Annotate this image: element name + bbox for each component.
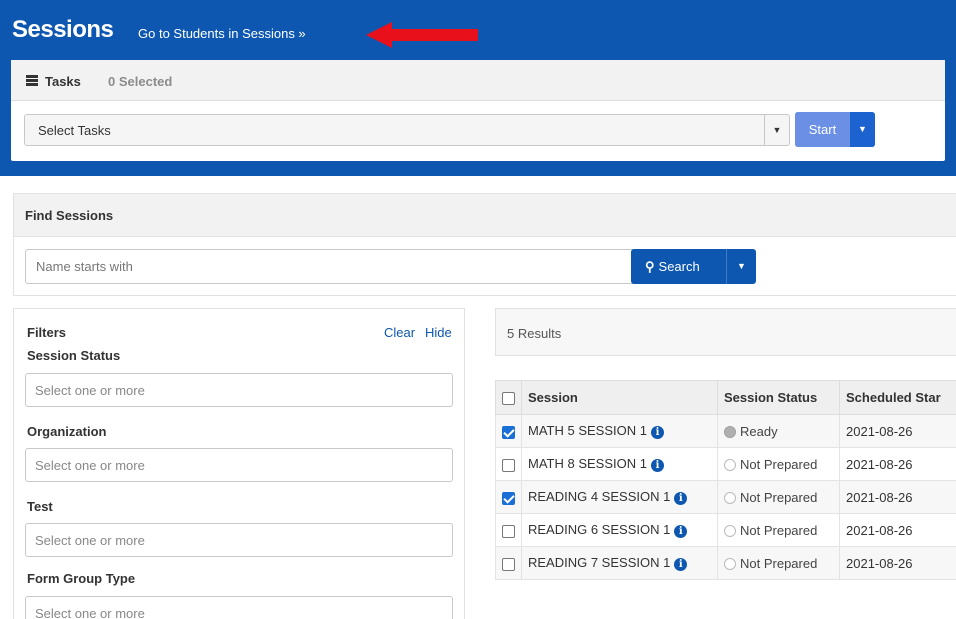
filter-label-test: Test — [27, 499, 53, 514]
status-cell: Not Prepared — [717, 513, 840, 547]
status-not-prepared-icon — [724, 524, 736, 537]
search-dropdown-caret-icon[interactable]: ▼ — [726, 249, 756, 284]
filter-label-organization: Organization — [27, 424, 107, 439]
date-cell: 2021-08-26 — [839, 513, 956, 547]
find-sessions-panel: Find Sessions ⚲Search ▼ — [13, 193, 956, 296]
status-cell: Not Prepared — [717, 480, 840, 514]
red-arrow-icon — [366, 22, 478, 48]
filter-placeholder: Select one or more — [35, 606, 145, 619]
select-all-checkbox[interactable] — [502, 392, 515, 406]
status-ready-icon — [724, 425, 736, 438]
filter-label-form-group-type: Form Group Type — [27, 571, 136, 586]
select-all-cell — [495, 380, 522, 415]
table-row[interactable]: READING 7 SESSION 1 i Not Prepared 2021-0… — [495, 546, 956, 580]
row-checkbox[interactable] — [502, 491, 515, 505]
hide-filters-link[interactable]: Hide — [425, 325, 452, 340]
page-title: Sessions — [12, 16, 114, 43]
tasks-label: Tasks — [45, 74, 81, 89]
filter-organization-select[interactable]: Select one or more — [25, 448, 453, 482]
table-row[interactable]: READING 6 SESSION 1 i Not Prepared 2021-0… — [495, 513, 956, 547]
status-text: Not Prepared — [740, 523, 818, 539]
tasks-list-icon — [26, 75, 38, 86]
filter-label-session-status: Session Status — [27, 348, 121, 363]
tasks-panel: Tasks 0 Selected Select Tasks ▼ Start ▼ — [11, 60, 945, 161]
info-icon[interactable]: i — [674, 491, 688, 505]
info-icon[interactable]: i — [650, 458, 664, 472]
search-icon: ⚲ — [645, 259, 655, 274]
row-checkbox-cell — [495, 513, 522, 547]
filter-test-select[interactable]: Select one or more — [25, 523, 453, 557]
start-button[interactable]: Start — [795, 112, 850, 147]
session-cell: MATH 8 SESSION 1i — [521, 447, 718, 481]
tasks-header: Tasks 0 Selected — [11, 60, 945, 101]
go-to-students-link[interactable]: Go to Students in Sessions » — [138, 26, 306, 41]
info-icon[interactable]: i — [650, 425, 664, 439]
session-name[interactable]: READING 7 SESSION 1 — [528, 555, 670, 570]
find-sessions-header: Find Sessions — [14, 194, 956, 237]
search-button[interactable]: ⚲ Search — [631, 249, 726, 284]
filter-placeholder: Select one or more — [35, 533, 145, 548]
row-checkbox-cell — [495, 414, 522, 448]
session-cell: MATH 5 SESSION 1i — [521, 414, 718, 448]
status-cell: Not Prepared — [717, 546, 840, 580]
row-checkbox-cell — [495, 480, 522, 514]
column-header-session[interactable]: Session — [521, 380, 718, 415]
status-not-prepared-icon — [724, 458, 736, 471]
session-name[interactable]: MATH 8 SESSION 1 — [528, 456, 647, 471]
search-label: Search — [658, 259, 700, 274]
status-not-prepared-icon — [724, 557, 736, 570]
session-name[interactable]: READING 4 SESSION 1 — [528, 489, 670, 504]
row-checkbox[interactable] — [502, 524, 515, 538]
date-cell: 2021-08-26 — [839, 480, 956, 514]
row-checkbox[interactable] — [502, 458, 515, 472]
session-cell: READING 6 SESSION 1 i — [521, 513, 718, 547]
table-row[interactable]: MATH 5 SESSION 1i Ready 2021-08-26 — [495, 414, 956, 448]
filter-placeholder: Select one or more — [35, 383, 145, 398]
date-cell: 2021-08-26 — [839, 447, 956, 481]
row-checkbox[interactable] — [502, 557, 515, 571]
row-checkbox[interactable] — [502, 425, 515, 439]
filters-panel: Filters Clear Hide Session Status Select… — [13, 308, 465, 619]
start-button-group: Start ▼ — [795, 112, 875, 147]
results-header: 5 Results — [495, 308, 956, 356]
filter-form-group-type-select[interactable]: Select one or more — [25, 596, 453, 619]
results-count: 5 Results — [507, 326, 562, 341]
status-text: Not Prepared — [740, 556, 818, 572]
search-button-group: ⚲ Search ▼ — [631, 249, 756, 284]
info-icon[interactable]: i — [674, 557, 688, 571]
status-cell: Not Prepared — [717, 447, 840, 481]
status-text: Not Prepared — [740, 457, 818, 473]
name-search-input[interactable] — [25, 249, 640, 284]
status-text: Ready — [740, 424, 778, 440]
row-checkbox-cell — [495, 546, 522, 580]
session-cell: READING 7 SESSION 1 i — [521, 546, 718, 580]
filter-session-status-select[interactable]: Select one or more — [25, 373, 453, 407]
tasks-selected-count: 0 Selected — [108, 74, 173, 89]
find-sessions-title: Find Sessions — [25, 208, 114, 223]
filter-placeholder: Select one or more — [35, 458, 145, 473]
row-checkbox-cell — [495, 447, 522, 481]
select-tasks-dropdown[interactable]: Select Tasks ▼ — [24, 114, 790, 146]
session-cell: READING 4 SESSION 1 i — [521, 480, 718, 514]
sessions-table: Session Session Status Scheduled Star MA… — [495, 380, 956, 580]
date-cell: 2021-08-26 — [839, 546, 956, 580]
session-name[interactable]: MATH 5 SESSION 1 — [528, 423, 647, 438]
filters-title: Filters — [27, 325, 67, 340]
column-header-session-status[interactable]: Session Status — [717, 380, 840, 415]
table-row[interactable]: MATH 8 SESSION 1i Not Prepared 2021-08-2… — [495, 447, 956, 481]
status-not-prepared-icon — [724, 491, 736, 504]
date-cell: 2021-08-26 — [839, 414, 956, 448]
start-dropdown-caret-icon[interactable]: ▼ — [850, 112, 875, 147]
status-text: Not Prepared — [740, 490, 818, 506]
chevron-down-icon[interactable]: ▼ — [764, 115, 789, 145]
table-header-row: Session Session Status Scheduled Star — [495, 380, 956, 415]
status-cell: Ready — [717, 414, 840, 448]
page-header: Sessions Go to Students in Sessions » Ta… — [0, 0, 956, 176]
info-icon[interactable]: i — [674, 524, 688, 538]
session-name[interactable]: READING 6 SESSION 1 — [528, 522, 670, 537]
select-tasks-value: Select Tasks — [38, 123, 111, 138]
table-row[interactable]: READING 4 SESSION 1 i Not Prepared 2021-0… — [495, 480, 956, 514]
column-header-scheduled-start[interactable]: Scheduled Star — [839, 380, 956, 415]
clear-filters-link[interactable]: Clear — [384, 325, 415, 340]
